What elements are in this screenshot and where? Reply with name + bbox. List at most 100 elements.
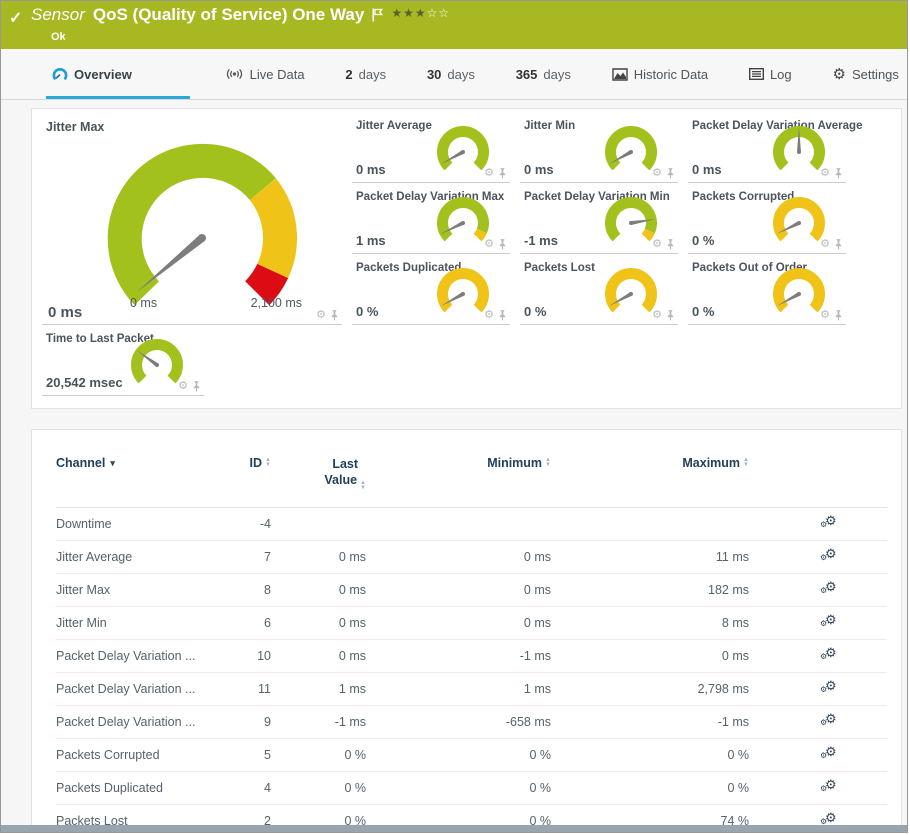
channel-name[interactable]: Packet Delay Variation ... — [56, 715, 216, 729]
tab-historic-data[interactable]: Historic Data — [606, 49, 714, 99]
channel-name[interactable]: Jitter Average — [56, 550, 216, 564]
gauge-jitter-average[interactable]: Jitter Average 0 ms ⚙ — [352, 117, 510, 183]
tab-bar: Overview Live Data 2 days 30 days 365 da… — [1, 49, 907, 100]
gauge-packet-delay-variation-average[interactable]: Packet Delay Variation Average 0 ms ⚙ — [688, 117, 862, 183]
pin-icon[interactable] — [498, 168, 507, 179]
live-data-icon — [226, 68, 242, 80]
flag-icon[interactable] — [372, 8, 384, 22]
column-header-id[interactable]: ID ▲ ▼ — [216, 456, 271, 470]
channel-settings-icon[interactable]: ⚙ ⚙ — [820, 777, 839, 795]
pin-icon[interactable] — [498, 239, 507, 250]
table-row[interactable]: Packet Delay Variation ... 11 1 ms 1 ms … — [56, 673, 887, 707]
sort-desc-icon[interactable]: ▾ — [110, 458, 115, 469]
channel-settings-icon[interactable]: ⚙ ⚙ — [820, 711, 839, 729]
gauge-packets-out-of-order[interactable]: Packets Out of Order 0 % ⚙ — [688, 259, 846, 325]
channel-settings-icon[interactable]: ⚙ ⚙ — [820, 612, 839, 630]
tab-live-data[interactable]: Live Data — [219, 49, 311, 99]
pin-icon[interactable] — [834, 168, 843, 179]
table-row[interactable]: Downtime -4 ⚙ ⚙ — [56, 508, 887, 542]
scrollbar-thumb[interactable] — [1, 825, 907, 832]
channel-settings-icon[interactable]: ⚙ ⚙ — [820, 513, 839, 531]
channel-name[interactable]: Downtime — [56, 517, 216, 531]
channel-minimum: -658 ms — [505, 715, 551, 730]
gauge-settings-icon[interactable]: ⚙ — [484, 239, 494, 250]
column-header-last-value[interactable]: Last Value ▲ ▼ — [271, 456, 366, 491]
pin-icon[interactable] — [666, 310, 675, 321]
table-row[interactable]: Packet Delay Variation ... 10 0 ms -1 ms… — [56, 640, 887, 674]
sensor-title-line: Sensor QoS (Quality of Service) One Way … — [31, 5, 450, 25]
gauge-settings-icon[interactable]: ⚙ — [652, 310, 662, 321]
table-row[interactable]: Packets Duplicated 4 0 % 0 % 0 % ⚙ ⚙ — [56, 772, 887, 806]
pin-icon[interactable] — [498, 310, 507, 321]
channel-name[interactable]: Jitter Min — [56, 616, 216, 630]
channel-settings-icon[interactable]: ⚙ ⚙ — [820, 579, 839, 597]
channel-last-value: 0 ms — [338, 583, 366, 598]
gauge-packet-delay-variation-min[interactable]: Packet Delay Variation Min -1 ms ⚙ — [520, 188, 678, 254]
column-header-channel[interactable]: Channel ▾ — [56, 456, 216, 470]
channel-name[interactable]: Jitter Max — [56, 583, 216, 597]
sort-icon[interactable]: ▲ ▼ — [360, 480, 366, 491]
table-row[interactable]: Jitter Max 8 0 ms 0 ms 182 ms ⚙ ⚙ — [56, 574, 887, 608]
gauge-settings-icon[interactable]: ⚙ — [652, 239, 662, 250]
channel-id: 11 — [258, 682, 271, 697]
gauge-settings-icon[interactable]: ⚙ — [820, 168, 830, 179]
tab-2-days[interactable]: 2 days — [339, 49, 392, 99]
gauge-settings-icon[interactable]: ⚙ — [316, 310, 326, 321]
channel-id: 7 — [264, 550, 271, 565]
gauge-settings-icon[interactable]: ⚙ — [820, 239, 830, 250]
channel-minimum: 0 ms — [523, 550, 551, 565]
pin-icon[interactable] — [834, 239, 843, 250]
channel-id: 10 — [257, 649, 271, 664]
sort-icon[interactable]: ▲ ▼ — [743, 457, 749, 468]
channel-settings-icon[interactable]: ⚙ ⚙ — [820, 744, 839, 762]
channel-last-value: 0 % — [344, 781, 366, 796]
gauge-scale-max: 2,100 ms — [250, 296, 302, 310]
channel-settings-icon[interactable]: ⚙ ⚙ — [820, 546, 839, 564]
column-header-maximum[interactable]: Maximum ▲ ▼ — [551, 456, 749, 470]
tab-log[interactable]: Log — [743, 49, 798, 99]
pin-icon[interactable] — [834, 310, 843, 321]
table-row[interactable]: Packet Delay Variation ... 9 -1 ms -658 … — [56, 706, 887, 740]
tab-settings[interactable]: ⚙ Settings — [826, 49, 904, 99]
gauge-settings-icon[interactable]: ⚙ — [484, 168, 494, 179]
channel-last-value: -1 ms — [334, 715, 366, 730]
channel-settings-icon[interactable]: ⚙ ⚙ — [820, 678, 839, 696]
tab-overview[interactable]: Overview — [46, 49, 190, 99]
gauge-title: Jitter Max — [46, 120, 105, 134]
pin-icon[interactable] — [666, 168, 675, 179]
gauge-settings-icon[interactable]: ⚙ — [484, 310, 494, 321]
table-row[interactable]: Packets Corrupted 5 0 % 0 % 0 % ⚙ ⚙ — [56, 739, 887, 773]
star-filled-icon: ★ — [403, 6, 415, 20]
channel-table-panel: Channel ▾ ID ▲ ▼ Last Value ▲ ▼ Minimum ▲ ▼ … — [31, 429, 902, 832]
channel-maximum: 0 % — [727, 748, 749, 763]
gauge-settings-icon[interactable]: ⚙ — [178, 381, 188, 392]
gauge-packets-duplicated[interactable]: Packets Duplicated 0 % ⚙ — [352, 259, 510, 325]
tab-365-days[interactable]: 365 days — [510, 49, 577, 99]
gauge-settings-icon[interactable]: ⚙ — [820, 310, 830, 321]
table-row[interactable]: Jitter Min 6 0 ms 0 ms 8 ms ⚙ ⚙ — [56, 607, 887, 641]
gauge-packet-delay-variation-max[interactable]: Packet Delay Variation Max 1 ms ⚙ — [352, 188, 510, 254]
gauge-packets-corrupted[interactable]: Packets Corrupted 0 % ⚙ — [688, 188, 846, 254]
channel-settings-icon[interactable]: ⚙ ⚙ — [820, 645, 839, 663]
gauge-packets-lost[interactable]: Packets Lost 0 % ⚙ — [520, 259, 678, 325]
gauge-settings-icon[interactable]: ⚙ — [652, 168, 662, 179]
channel-name[interactable]: Packet Delay Variation ... — [56, 649, 216, 663]
pin-icon[interactable] — [192, 381, 201, 392]
gauge-value: 0 ms — [48, 304, 83, 321]
gauge-value: 0 ms — [692, 162, 722, 177]
column-header-minimum[interactable]: Minimum ▲ ▼ — [366, 456, 551, 470]
tab-label: Log — [769, 66, 792, 82]
channel-name[interactable]: Packet Delay Variation ... — [56, 682, 216, 696]
channel-name[interactable]: Packets Duplicated — [56, 781, 216, 795]
pin-icon[interactable] — [330, 310, 339, 321]
gauge-time-to-last-packet[interactable]: Time to Last Packet 20,542 msec ⚙ — [42, 330, 204, 396]
pin-icon[interactable] — [666, 239, 675, 250]
table-row[interactable]: Jitter Average 7 0 ms 0 ms 11 ms ⚙ ⚙ — [56, 541, 887, 575]
gauge-scale: 0 ms 2,100 ms — [130, 296, 302, 310]
channel-name[interactable]: Packets Corrupted — [56, 748, 216, 762]
tab-30-days[interactable]: 30 days — [421, 49, 481, 99]
horizontal-scrollbar[interactable] — [1, 825, 907, 832]
gauge-jitter-max[interactable]: Jitter Max 0 ms 2,100 ms 0 ms ⚙ — [42, 117, 342, 325]
priority-star-rating[interactable]: ★★★☆☆ — [391, 6, 450, 20]
gauge-jitter-min[interactable]: Jitter Min 0 ms ⚙ — [520, 117, 678, 183]
